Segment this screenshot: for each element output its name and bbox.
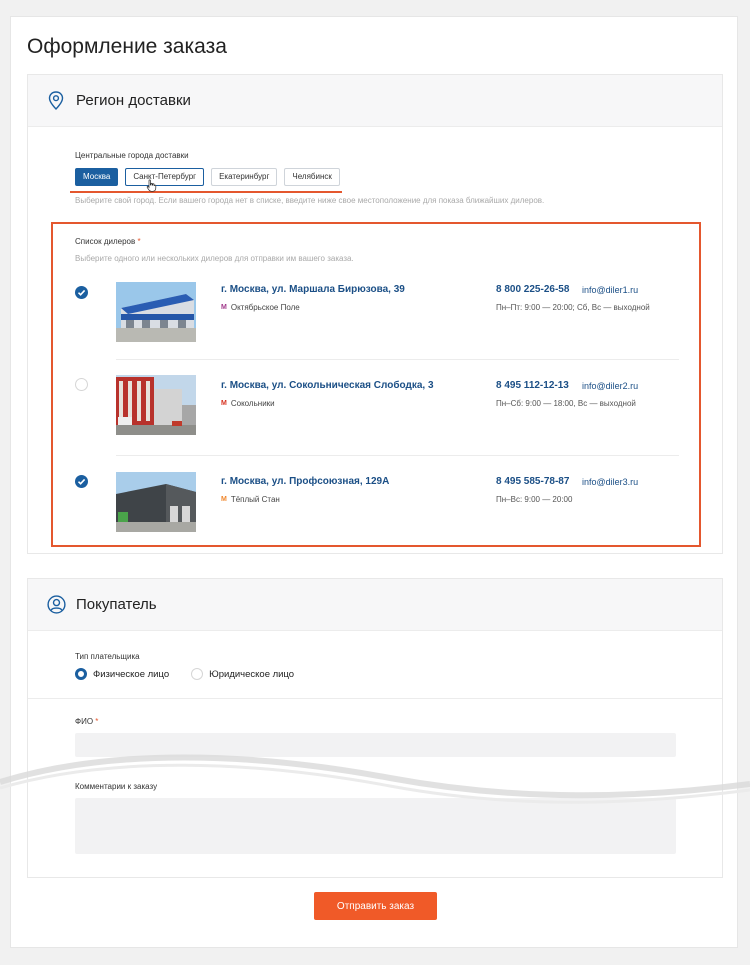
map-pin-icon (46, 91, 66, 111)
hand-cursor-icon (146, 179, 157, 197)
dealer-hours: Пн–Сб: 9:00 — 18:00, Вс — выходной (496, 399, 636, 408)
divider (116, 359, 679, 360)
region-card-title: Регион доставки (76, 92, 191, 109)
comment-textarea[interactable] (75, 798, 676, 854)
dealer-hours: Пн–Вс: 9:00 — 20:00 (496, 495, 573, 504)
buyer-card-title: Покупатель (76, 596, 157, 613)
dealer-checkbox[interactable] (75, 378, 88, 391)
metro-icon: M (221, 400, 227, 407)
check-icon (77, 478, 86, 485)
dealer-photo (116, 472, 196, 532)
city-button-moscow[interactable]: Москва (75, 168, 119, 186)
dealer-item[interactable]: г. Москва, ул. Сокольническая Слободка, … (53, 370, 699, 465)
city-buttons: Москва Санкт-Петербург Екатеринбург Челя… (75, 168, 340, 186)
radio-individual-label[interactable]: Физическое лицо (93, 669, 169, 680)
dealer-address[interactable]: г. Москва, ул. Сокольническая Слободка, … (221, 380, 434, 391)
city-button-ekaterinburg[interactable]: Екатеринбург (211, 168, 278, 186)
page-title: Оформление заказа (27, 35, 227, 58)
cities-label: Центральные города доставки (75, 151, 189, 160)
fio-input[interactable] (75, 733, 676, 757)
dealer-phone[interactable]: 8 495 585-78-87 (496, 476, 569, 487)
metro-icon: M (221, 304, 227, 311)
cities-hint: Выберите свой город. Если вашего города … (75, 196, 545, 205)
fio-label: ФИО * (75, 717, 99, 726)
submit-order-button[interactable]: Отправить заказ (314, 892, 437, 920)
comment-label: Комментарии к заказу (75, 782, 158, 791)
city-button-chelyabinsk[interactable]: Челябинск (284, 168, 340, 186)
dealer-metro: M Тёплый Стан (221, 495, 280, 504)
dealer-email[interactable]: info@diler2.ru (582, 381, 638, 391)
dealer-metro: M Октябрьское Поле (221, 303, 300, 312)
radio-legal-entity-label[interactable]: Юридическое лицо (209, 669, 294, 680)
payer-type-group: Физическое лицо Юридическое лицо (75, 668, 316, 680)
check-icon (77, 289, 86, 296)
buyer-card-header: Покупатель (28, 579, 722, 631)
payer-type-label: Тип плательщика (75, 652, 140, 661)
radio-legal-entity[interactable] (191, 668, 204, 680)
dealer-address[interactable]: г. Москва, ул. Маршала Бирюзова, 39 (221, 284, 405, 295)
dealer-checkbox[interactable] (75, 286, 88, 299)
dealer-checkbox[interactable] (75, 475, 88, 488)
dealer-hours: Пн–Пт: 9:00 — 20:00; Сб, Вс — выходной (496, 303, 650, 312)
divider (116, 455, 679, 456)
dealer-item[interactable]: г. Москва, ул. Маршала Бирюзова, 39 M Ок… (53, 274, 699, 369)
dealer-item[interactable]: г. Москва, ул. Профсоюзная, 129А M Тёплы… (53, 467, 699, 562)
buyer-card: Покупатель Тип плательщика Физическое ли… (27, 578, 723, 878)
dealer-phone[interactable]: 8 800 225-26-58 (496, 284, 569, 295)
user-icon (46, 595, 66, 615)
dealer-email[interactable]: info@diler3.ru (582, 477, 638, 487)
order-page: Оформление заказа Регион доставки Центра… (10, 16, 738, 948)
required-mark: * (95, 717, 99, 726)
divider (28, 698, 722, 699)
dealer-email[interactable]: info@diler1.ru (582, 285, 638, 295)
required-mark: * (137, 237, 141, 246)
cities-underline (70, 191, 342, 193)
metro-icon: M (221, 496, 227, 503)
dealer-phone[interactable]: 8 495 112-12-13 (496, 380, 569, 391)
dealer-photo (116, 375, 196, 435)
city-button-spb[interactable]: Санкт-Петербург (125, 168, 205, 186)
dealer-photo (116, 282, 196, 342)
radio-individual[interactable] (75, 668, 87, 680)
region-card-header: Регион доставки (28, 75, 722, 127)
dealers-label: Список дилеров * (75, 237, 141, 246)
dealer-address[interactable]: г. Москва, ул. Профсоюзная, 129А (221, 476, 389, 487)
region-card: Регион доставки Центральные города доста… (27, 74, 723, 554)
dealers-hint: Выберите одного или нескольких дилеров д… (75, 254, 354, 263)
dealers-list: Список дилеров * Выберите одного или нес… (51, 222, 701, 547)
dealer-metro: M Сокольники (221, 399, 275, 408)
